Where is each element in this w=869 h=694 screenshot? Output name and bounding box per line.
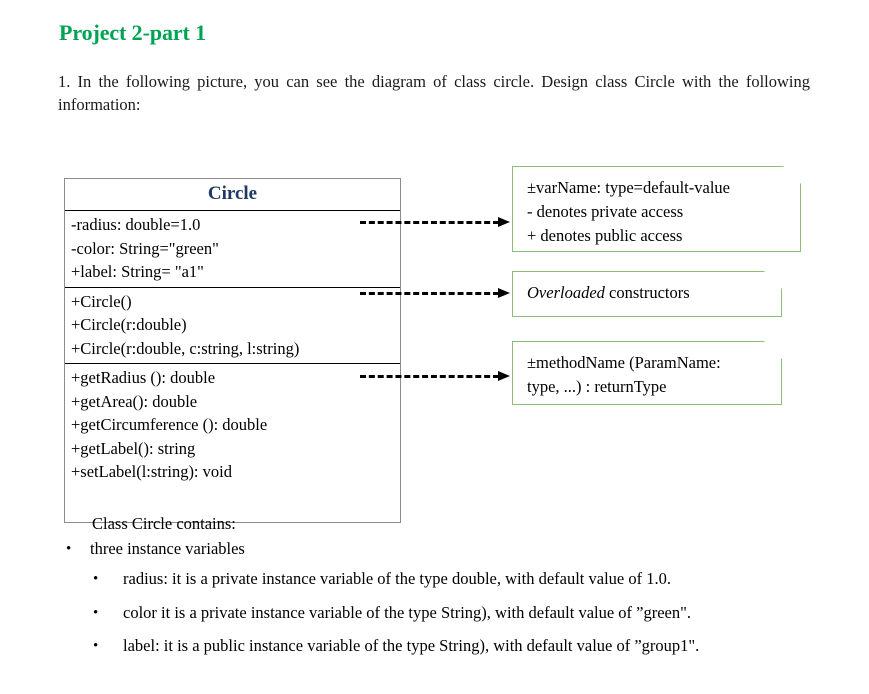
- uml-attributes-compartment: -radius: double=1.0 -color: String="gree…: [65, 211, 400, 288]
- intro-paragraph: 1. In the following picture, you can see…: [58, 72, 810, 114]
- arrow-head-icon: [498, 217, 510, 227]
- description-lead: Class Circle contains:: [92, 514, 236, 533]
- page-title: Project 2-part 1: [59, 20, 207, 45]
- uml-method: +getRadius (): double: [71, 368, 216, 387]
- note-rest: constructors: [604, 283, 690, 302]
- method-syntax-note: ±methodName (ParamName: type, ...) : ret…: [512, 341, 782, 405]
- uml-attribute: +label: String= "a1": [71, 262, 204, 281]
- note-line: ±varName: type=default-value: [527, 178, 730, 197]
- uml-attribute: -color: String="green": [71, 238, 219, 258]
- bullet-icon: •: [93, 605, 99, 621]
- uml-method: +getCircumference (): double: [71, 415, 268, 434]
- uml-method: +setLabel(l:string): void: [71, 462, 232, 481]
- bullet-icon: •: [93, 638, 99, 654]
- list-item: • three instance variables: [66, 537, 245, 561]
- note-line: ±methodName (ParamName:: [527, 353, 721, 372]
- attribute-syntax-note: ±varName: type=default-value - denotes p…: [512, 166, 801, 252]
- dashed-arrow-to-method-note: [360, 371, 510, 381]
- list-item-label: radius: it is a private instance variabl…: [123, 569, 671, 588]
- dashed-arrow-to-constructor-note: [360, 288, 510, 298]
- arrow-shaft: [360, 292, 499, 295]
- dashed-arrow-to-attribute-note: [360, 217, 510, 227]
- uml-constructor: +Circle(): [71, 291, 132, 311]
- note-line: - denotes private access: [527, 202, 684, 221]
- note-line: type, ...) : returnType: [527, 377, 667, 396]
- uml-method: +getArea(): double: [71, 391, 198, 411]
- uml-attribute: -radius: double=1.0: [71, 215, 201, 234]
- list-item: • radius: it is a private instance varia…: [93, 567, 671, 591]
- arrow-shaft: [360, 375, 499, 378]
- bullet-icon: •: [66, 541, 72, 557]
- arrow-shaft: [360, 221, 499, 224]
- arrow-head-icon: [498, 371, 510, 381]
- uml-class-name: Circle: [65, 179, 400, 211]
- uml-constructor: +Circle(r:double): [71, 315, 187, 334]
- note-content: Overloaded constructors: [513, 272, 781, 314]
- note-line: + denotes public access: [527, 226, 683, 245]
- constructor-note: Overloaded constructors: [512, 271, 782, 317]
- list-item: • label: it is a public instance variabl…: [93, 634, 699, 658]
- note-line: Overloaded constructors: [527, 281, 781, 305]
- note-content: ±varName: type=default-value - denotes p…: [513, 167, 800, 257]
- uml-method: +getLabel(): string: [71, 438, 196, 458]
- uml-constructor: +Circle(r:double, c:string, l:string): [71, 338, 300, 358]
- list-item-label: three instance variables: [90, 539, 245, 558]
- note-emphasis: Overloaded: [527, 283, 605, 302]
- arrow-head-icon: [498, 288, 510, 298]
- uml-methods-compartment: +getRadius (): double +getArea(): double…: [65, 364, 400, 522]
- list-item-label: color it is a private instance variable …: [123, 603, 691, 622]
- note-content: ±methodName (ParamName: type, ...) : ret…: [513, 342, 781, 408]
- list-item-label: label: it is a public instance variable …: [123, 636, 700, 655]
- uml-class-box: Circle -radius: double=1.0 -color: Strin…: [64, 178, 401, 523]
- bullet-icon: •: [93, 571, 99, 587]
- list-item: • color it is a private instance variabl…: [93, 601, 691, 625]
- uml-constructors-compartment: +Circle() +Circle(r:double) +Circle(r:do…: [65, 288, 400, 364]
